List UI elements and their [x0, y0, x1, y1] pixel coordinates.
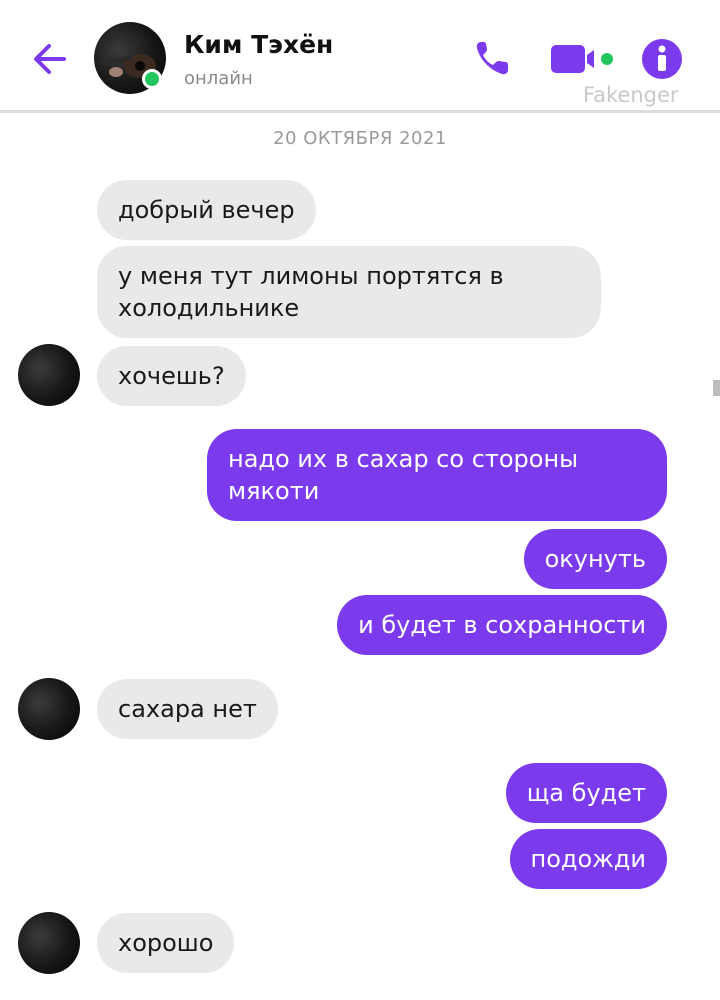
- message-bubble[interactable]: у меня тут лимоны портятся в холодильник…: [97, 246, 601, 338]
- back-arrow-icon[interactable]: [28, 37, 72, 81]
- phone-icon[interactable]: [472, 38, 516, 78]
- scrollbar-thumb[interactable]: [713, 380, 720, 396]
- message-bubble[interactable]: сахара нет: [97, 679, 278, 739]
- message-bubble[interactable]: хорошо: [97, 913, 235, 973]
- message-bubble[interactable]: ща будет: [505, 763, 667, 823]
- contact-status: онлайн: [184, 68, 253, 89]
- message-bubble[interactable]: добрый вечер: [97, 180, 316, 240]
- date-divider: 20 ОКТЯБРЯ 2021: [273, 128, 447, 149]
- message-bubble[interactable]: надо их в сахар со стороны мякоти: [207, 429, 667, 521]
- video-camera-icon[interactable]: [550, 40, 616, 78]
- info-icon[interactable]: [640, 37, 684, 81]
- chat-header: Ким Тэхён онлайн Fakenger: [0, 0, 720, 113]
- avatar: [18, 678, 80, 740]
- message-bubble[interactable]: подожди: [509, 829, 667, 889]
- online-indicator: [142, 69, 162, 89]
- message-bubble[interactable]: и будет в сохранности: [337, 595, 667, 655]
- watermark: Fakenger: [583, 83, 679, 107]
- message-bubble[interactable]: хочешь?: [97, 346, 246, 406]
- message-bubble[interactable]: окунуть: [523, 529, 667, 589]
- avatar: [18, 344, 80, 406]
- avatar: [18, 912, 80, 974]
- contact-avatar[interactable]: [94, 22, 166, 94]
- contact-name[interactable]: Ким Тэхён: [184, 30, 333, 59]
